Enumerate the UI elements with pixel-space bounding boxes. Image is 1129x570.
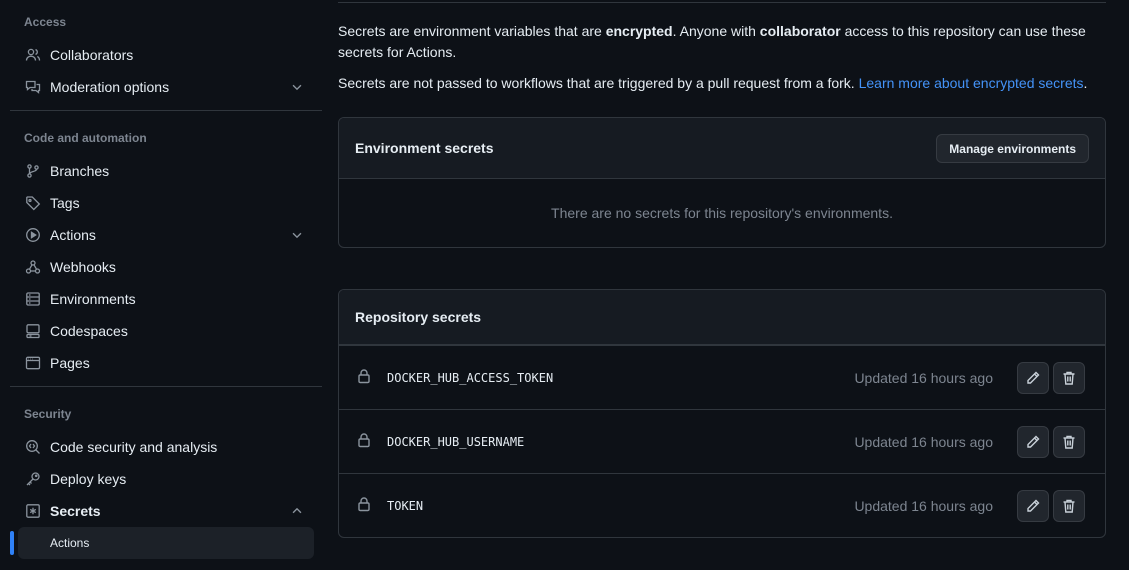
sidebar-item-branches[interactable]: Branches xyxy=(18,155,314,187)
sidebar-divider xyxy=(10,110,322,111)
asterisk-icon xyxy=(24,502,42,520)
sidebar-item-environments[interactable]: Environments xyxy=(18,283,314,315)
sidebar-item-label: Actions xyxy=(50,227,96,243)
desc-text: Secrets are environment variables that a… xyxy=(338,23,606,39)
secret-name: DOCKER_HUB_ACCESS_TOKEN xyxy=(387,370,554,385)
sidebar-item-pages[interactable]: Pages xyxy=(18,347,314,379)
desc-bold-collaborator: collaborator xyxy=(759,23,841,39)
secret-row: DOCKER_HUB_USERNAME Updated 16 hours ago xyxy=(339,409,1105,473)
trash-icon xyxy=(1063,371,1075,385)
secret-name: DOCKER_HUB_USERNAME xyxy=(387,434,525,449)
sidebar-subitem-actions[interactable]: Actions xyxy=(18,527,314,559)
chevron-up-icon[interactable] xyxy=(290,504,304,518)
learn-more-link[interactable]: Learn more about encrypted secrets xyxy=(859,75,1084,91)
browser-icon xyxy=(24,354,42,372)
delete-secret-button[interactable] xyxy=(1053,362,1085,394)
lock-icon xyxy=(358,497,370,512)
fork-note-end: . xyxy=(1083,75,1088,91)
sidebar-item-moderation-options[interactable]: Moderation options xyxy=(18,71,314,103)
chevron-down-icon[interactable] xyxy=(290,80,304,94)
sidebar-item-label: Environments xyxy=(50,291,136,307)
fork-note-text: Secrets are not passed to workflows that… xyxy=(338,75,859,91)
environment-secrets-box: Environment secrets Manage environments … xyxy=(338,117,1106,248)
sidebar-item-label: Secrets xyxy=(50,503,101,519)
secret-updated: Updated 16 hours ago xyxy=(854,497,993,514)
lock-icon xyxy=(358,369,370,384)
sidebar-item-codespaces[interactable]: Codespaces xyxy=(18,315,314,347)
repository-secrets-box: Repository secrets DOCKER_HUB_ACCESS_TOK… xyxy=(338,289,1106,538)
sidebar-item-actions[interactable]: Actions xyxy=(18,219,314,251)
webhook-icon xyxy=(24,258,42,276)
pencil-icon xyxy=(1027,499,1040,512)
codescan-icon xyxy=(24,438,42,456)
sidebar-item-label: Webhooks xyxy=(50,259,116,275)
secret-updated: Updated 16 hours ago xyxy=(854,433,993,450)
sidebar-item-code-security[interactable]: Code security and analysis xyxy=(18,431,314,463)
environment-secrets-title: Environment secrets xyxy=(355,140,494,156)
sidebar-item-collaborators[interactable]: Collaborators xyxy=(18,39,314,71)
sidebar-item-tags[interactable]: Tags xyxy=(18,187,314,219)
edit-secret-button[interactable] xyxy=(1017,426,1049,458)
server-icon xyxy=(24,290,42,308)
section-title-code-automation: Code and automation xyxy=(24,131,147,145)
sidebar-item-label: Code security and analysis xyxy=(50,439,218,455)
environment-secrets-header: Environment secrets Manage environments xyxy=(339,118,1105,179)
codespaces-icon xyxy=(24,322,42,340)
repository-secrets-header: Repository secrets xyxy=(339,290,1105,345)
comment-discussion-icon xyxy=(24,78,42,96)
environment-secrets-empty: There are no secrets for this repository… xyxy=(551,205,893,221)
section-title-access: Access xyxy=(24,15,67,29)
section-title-security: Security xyxy=(24,407,72,421)
sidebar-item-label: Codespaces xyxy=(50,323,128,339)
delete-secret-button[interactable] xyxy=(1053,490,1085,522)
secret-row: TOKEN Updated 16 hours ago xyxy=(339,473,1105,537)
pencil-icon xyxy=(1027,435,1040,448)
sidebar-item-label: Tags xyxy=(50,195,80,211)
edit-secret-button[interactable] xyxy=(1017,490,1049,522)
desc-text: . Anyone with xyxy=(672,23,760,39)
sidebar-item-label: Branches xyxy=(50,163,110,179)
trash-icon xyxy=(1063,499,1075,513)
key-icon xyxy=(24,470,42,488)
people-icon xyxy=(24,46,42,64)
sidebar-item-webhooks[interactable]: Webhooks xyxy=(18,251,314,283)
pencil-icon xyxy=(1027,371,1040,384)
git-branch-icon xyxy=(24,162,42,180)
play-icon xyxy=(24,226,42,244)
sidebar-item-label: Pages xyxy=(50,355,90,371)
secrets-description: Secrets are environment variables that a… xyxy=(338,21,1106,63)
trash-icon xyxy=(1063,435,1075,449)
fork-note: Secrets are not passed to workflows that… xyxy=(338,73,1106,94)
chevron-down-icon[interactable] xyxy=(290,228,304,242)
sidebar-item-label: Collaborators xyxy=(50,47,134,63)
sidebar-item-label: Deploy keys xyxy=(50,471,127,487)
secret-name: TOKEN xyxy=(387,498,424,513)
header-divider xyxy=(338,2,1106,3)
sidebar-item-deploy-keys[interactable]: Deploy keys xyxy=(18,463,314,495)
desc-bold-encrypted: encrypted xyxy=(605,23,673,39)
secret-updated: Updated 16 hours ago xyxy=(854,369,993,386)
sidebar-divider xyxy=(10,386,322,387)
manage-environments-button[interactable]: Manage environments xyxy=(936,134,1089,163)
secret-row: DOCKER_HUB_ACCESS_TOKEN Updated 16 hours… xyxy=(339,345,1105,409)
active-indicator xyxy=(10,531,14,555)
edit-secret-button[interactable] xyxy=(1017,362,1049,394)
delete-secret-button[interactable] xyxy=(1053,426,1085,458)
sidebar-item-label: Moderation options xyxy=(50,79,170,95)
settings-sidebar: Access Collaborators Moderation options … xyxy=(0,0,322,570)
tag-icon xyxy=(24,194,42,212)
repository-secrets-title: Repository secrets xyxy=(355,309,482,325)
lock-icon xyxy=(358,433,370,448)
sidebar-item-secrets[interactable]: Secrets xyxy=(18,495,314,527)
